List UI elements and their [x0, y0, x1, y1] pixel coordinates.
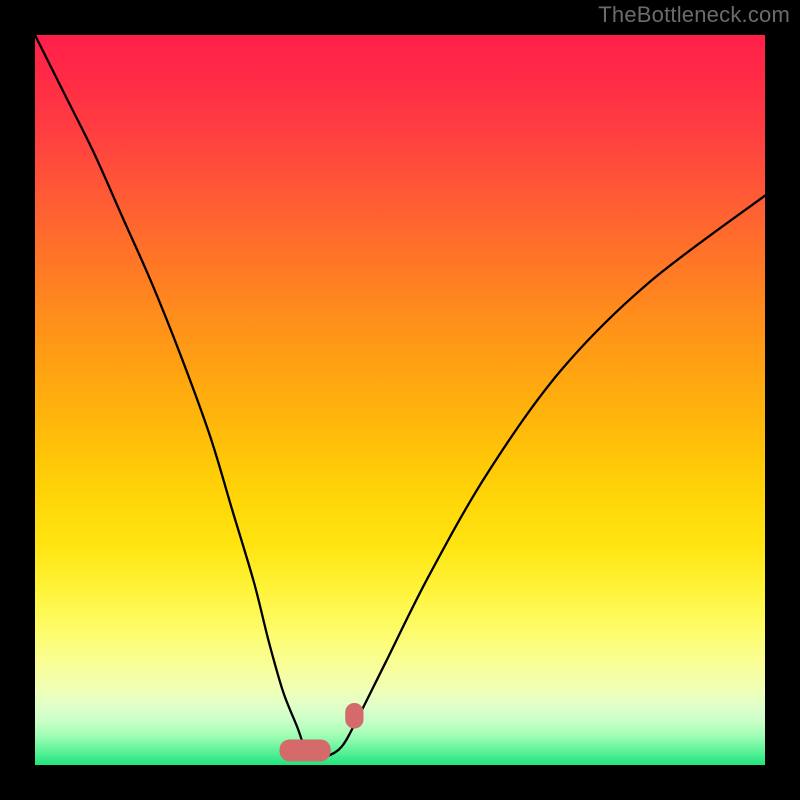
bottleneck-curve: [35, 35, 765, 765]
plot-area: [35, 35, 765, 765]
watermark-text: TheBottleneck.com: [598, 2, 790, 28]
curve-path: [35, 35, 765, 758]
trough-marker: [280, 739, 331, 761]
outer-frame: TheBottleneck.com: [0, 0, 800, 800]
overshoot-marker: [345, 703, 363, 729]
